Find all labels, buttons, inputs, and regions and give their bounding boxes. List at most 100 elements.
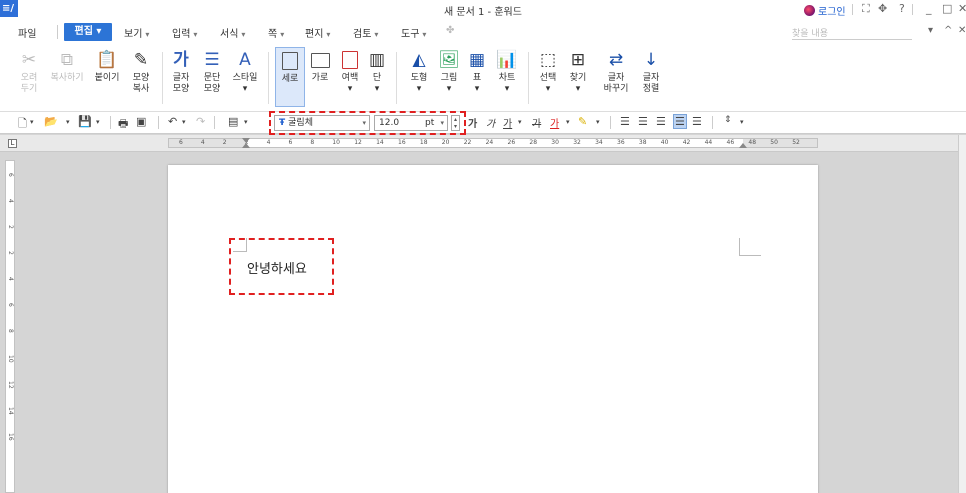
- highlight-pen-icon[interactable]: ✎: [578, 115, 587, 128]
- menu-page[interactable]: 쪽 ▾: [268, 25, 284, 40]
- menu-format-label: 서식: [220, 29, 239, 40]
- print-icon[interactable]: 🖶: [118, 115, 128, 134]
- preview-icon[interactable]: ▣: [136, 115, 146, 128]
- search-dropdown-icon[interactable]: ▾: [928, 25, 933, 36]
- ruler-number: 16: [398, 139, 406, 146]
- menu-review[interactable]: 검토 ▾: [353, 25, 378, 40]
- ruler-number: 22: [463, 139, 472, 146]
- align-justify-icon[interactable]: ☰: [673, 114, 687, 129]
- style-dropdown-icon[interactable]: ▾: [244, 118, 248, 126]
- vruler-number: 12: [7, 381, 14, 389]
- paste-button[interactable]: 📋 붙이기: [92, 49, 122, 84]
- bold-icon[interactable]: 가: [468, 115, 477, 130]
- menu-tools[interactable]: 도구 ▾: [401, 25, 426, 40]
- titlebar-divider: [912, 4, 913, 15]
- maximize-icon[interactable]: □: [942, 2, 952, 15]
- para-shape-button[interactable]: ☰ 문단 모양: [198, 49, 226, 95]
- menu-letter[interactable]: 편지 ▾: [305, 25, 330, 40]
- close-icon[interactable]: ✕: [958, 2, 966, 15]
- char-shape-button[interactable]: 가 글자 모양: [167, 49, 195, 95]
- menu-file[interactable]: 파일: [18, 25, 36, 40]
- table-label: 표: [472, 73, 482, 83]
- font-color-dropdown-icon[interactable]: ▾: [566, 118, 570, 126]
- search-input[interactable]: 찾을 내용: [792, 26, 912, 40]
- replace-button[interactable]: ⇄ 글자 바꾸기: [598, 49, 634, 95]
- line-spacing-dropdown-icon[interactable]: ▾: [740, 118, 744, 126]
- margin-button[interactable]: 여백 ▾: [336, 49, 364, 95]
- format-copy-button[interactable]: ✎ 모양 복사: [126, 49, 156, 95]
- align-distribute-icon[interactable]: ☰: [692, 115, 702, 128]
- fullscreen-icon[interactable]: ⛶: [862, 2, 870, 16]
- table-button[interactable]: ▦ 표 ▾: [466, 49, 488, 95]
- chart-icon: 📊: [496, 49, 518, 70]
- horizontal-orientation-button[interactable]: 가로: [307, 49, 333, 84]
- vertical-ruler[interactable]: 6 4 2 2 4 6 8 10 12 14 16: [5, 160, 15, 493]
- ribbon-divider: [396, 52, 397, 104]
- vruler-number: 2: [7, 251, 14, 255]
- redo-icon[interactable]: ↷: [196, 115, 205, 128]
- format-toolbar: 🗋 ▾ 📂 ▾ 💾 ▾ 🖶 ▣ ↶ ▾ ↷ ▤ ▾ Ŧ 굴림체 ▾ 12.0 pt…: [0, 112, 966, 134]
- align-left-icon[interactable]: ☰: [620, 115, 630, 128]
- line-spacing-icon[interactable]: ⇕: [724, 115, 732, 125]
- titlebar-divider: [852, 4, 853, 15]
- save-icon[interactable]: 💾: [78, 115, 92, 128]
- italic-icon[interactable]: 가: [486, 115, 495, 130]
- find-button[interactable]: ⊞ 찾기 ▾: [565, 49, 591, 95]
- menu-edit[interactable]: 편집 ▾: [64, 23, 112, 41]
- underline-dropdown-icon[interactable]: ▾: [518, 118, 522, 126]
- save-dropdown-icon[interactable]: ▾: [96, 118, 100, 126]
- style-list-icon[interactable]: ▤: [228, 115, 238, 128]
- right-scroll-column[interactable]: [958, 135, 966, 493]
- underline-icon[interactable]: 가: [503, 115, 512, 130]
- move-icon[interactable]: ✥: [878, 2, 887, 15]
- open-dropdown-icon[interactable]: ▾: [66, 118, 70, 126]
- puzzle-icon[interactable]: ✤: [446, 25, 454, 36]
- shapes-icon: ◭: [412, 49, 426, 70]
- ruler-number: 46: [726, 139, 735, 146]
- new-document-icon[interactable]: 🗋: [18, 115, 27, 134]
- align-right-icon[interactable]: ☰: [656, 115, 666, 128]
- ruler-bar: L 6 4 2 2 4 6 8 10 12 14 16 18 20 22 24 26 28 30 32 34 36 38 4…: [0, 135, 966, 152]
- copy-button[interactable]: ⧉ 복사하기: [44, 49, 90, 84]
- cut-button[interactable]: ✂ 오려 두기: [14, 49, 44, 95]
- menu-view[interactable]: 보기 ▾: [124, 25, 149, 40]
- picture-button[interactable]: 🖼 그림 ▾: [436, 49, 462, 95]
- select-button[interactable]: ⬚ 선택 ▾: [535, 49, 561, 95]
- align-center-icon[interactable]: ☰: [638, 115, 648, 128]
- page-vertical-icon: [279, 50, 301, 72]
- vruler-number: 8: [7, 329, 14, 333]
- strikethrough-icon[interactable]: 가: [532, 115, 541, 130]
- vruler-number: 10: [7, 355, 14, 363]
- highlight-dropdown-icon[interactable]: ▾: [596, 118, 600, 126]
- ruler-number: 4: [266, 139, 271, 146]
- ruler-number: 30: [551, 139, 559, 146]
- document-page[interactable]: [168, 165, 818, 493]
- horizontal-ruler[interactable]: 6 4 2 2 4 6 8 10 12 14 16 18 20 22 24 26 28 30 32 34 36 38 40 4…: [168, 138, 818, 148]
- vertical-orientation-button[interactable]: 세로: [275, 47, 305, 107]
- help-button[interactable]: ?: [899, 2, 905, 15]
- undo-icon[interactable]: ↶: [168, 115, 177, 128]
- menu-insert[interactable]: 입력 ▾: [172, 25, 197, 40]
- collapse-ribbon-icon[interactable]: ^: [944, 25, 952, 36]
- login-button[interactable]: 로그인: [804, 3, 846, 18]
- column-button[interactable]: ▥ 단 ▾: [366, 49, 388, 95]
- right-indent-marker[interactable]: [739, 143, 747, 148]
- shape-button[interactable]: ◭ 도형 ▾: [406, 49, 432, 95]
- open-folder-icon[interactable]: 📂: [44, 115, 58, 128]
- sort-button[interactable]: ↓ 글자 정렬: [638, 49, 664, 95]
- minimize-icon[interactable]: _: [926, 2, 932, 15]
- new-dropdown-icon[interactable]: ▾: [30, 118, 34, 126]
- chart-button[interactable]: 📊 차트 ▾: [494, 49, 520, 95]
- close-search-icon[interactable]: ✕: [958, 25, 966, 36]
- ruler-number: 6: [179, 139, 183, 146]
- char-shape-icon: 가: [173, 49, 189, 70]
- ruler-number: 10: [332, 139, 340, 146]
- tab-type-selector[interactable]: L: [8, 139, 17, 148]
- menu-format[interactable]: 서식 ▾: [220, 25, 245, 40]
- left-indent-marker[interactable]: [242, 143, 250, 148]
- format-copy-label: 모양 복사: [132, 73, 150, 94]
- font-color-icon[interactable]: 가: [550, 115, 559, 130]
- undo-dropdown-icon[interactable]: ▾: [182, 118, 186, 126]
- ribbon-divider: [162, 52, 163, 104]
- style-button[interactable]: A 스타일 ▾: [229, 49, 261, 95]
